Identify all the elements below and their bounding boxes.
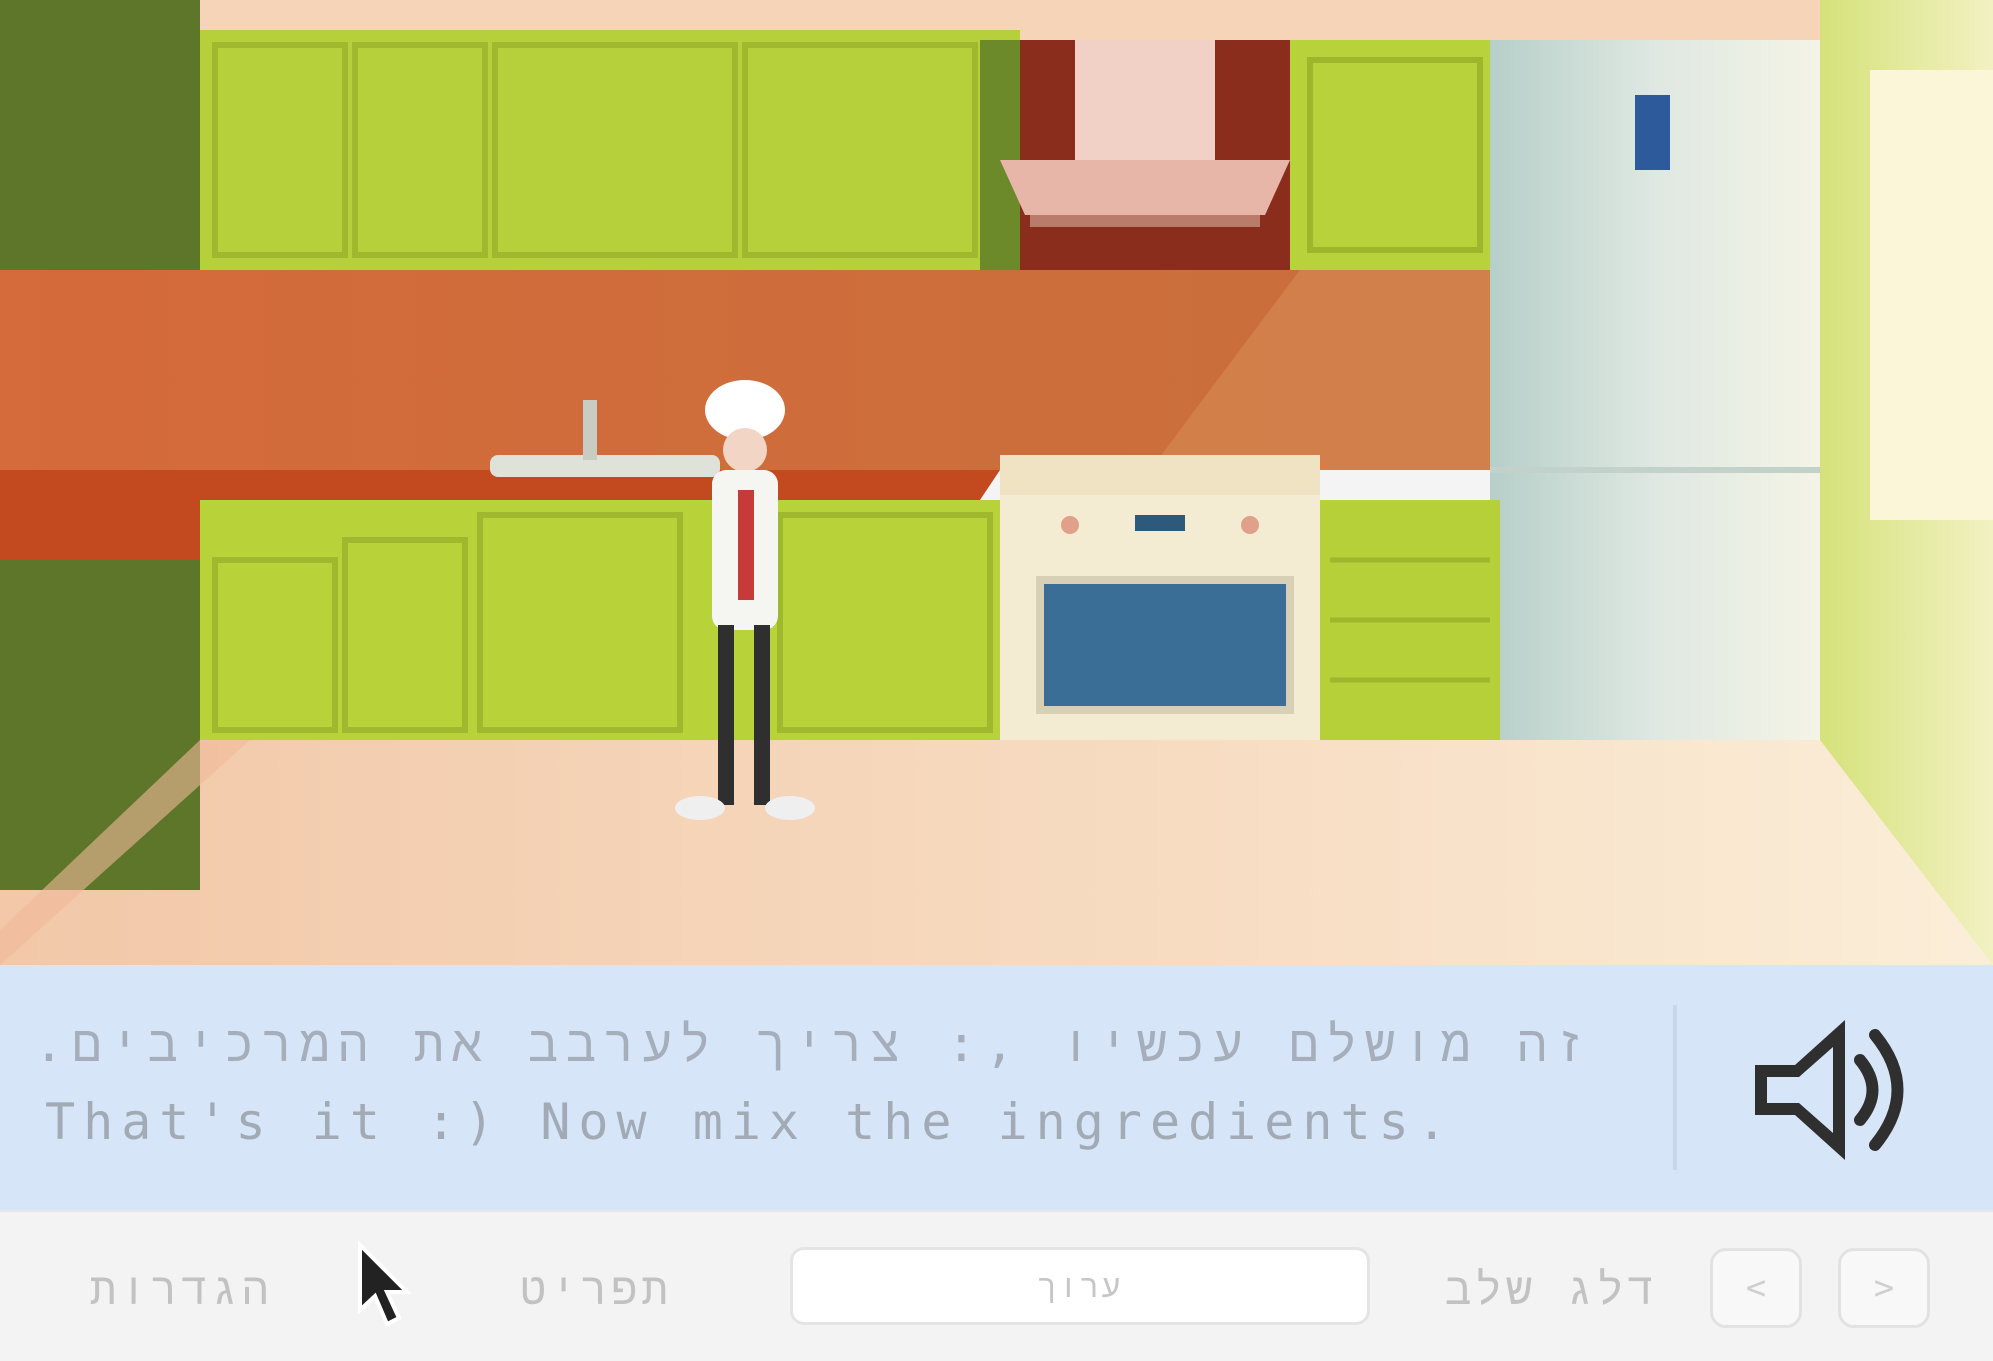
mouse-cursor-icon (358, 1240, 412, 1327)
dialog-divider (1673, 1005, 1677, 1170)
settings-button[interactable]: הגדרות (90, 1264, 272, 1318)
dialog-box: זה מושלם עכשיו ,: צריך לערבב את המרכיבים… (0, 965, 1993, 1210)
menu-button[interactable]: תפריט (520, 1264, 672, 1318)
previous-button[interactable]: < (1710, 1248, 1802, 1328)
kitchen-scene (0, 0, 1993, 965)
dialog-line-english: That's it :) Now mix the ingredients. (45, 1093, 1455, 1151)
game-controls-bar: הגדרות תפריט ערוך דלג שלב < > (0, 1210, 1993, 1361)
next-button[interactable]: > (1838, 1248, 1930, 1328)
speaker-volume-icon[interactable] (1735, 1005, 1925, 1175)
edit-field[interactable]: ערוך (790, 1247, 1370, 1325)
dialog-line-hebrew: זה מושלם עכשיו ,: צריך לערבב את המרכיבים… (33, 1015, 1593, 1073)
skip-step-button[interactable]: דלג שלב (1445, 1264, 1658, 1318)
